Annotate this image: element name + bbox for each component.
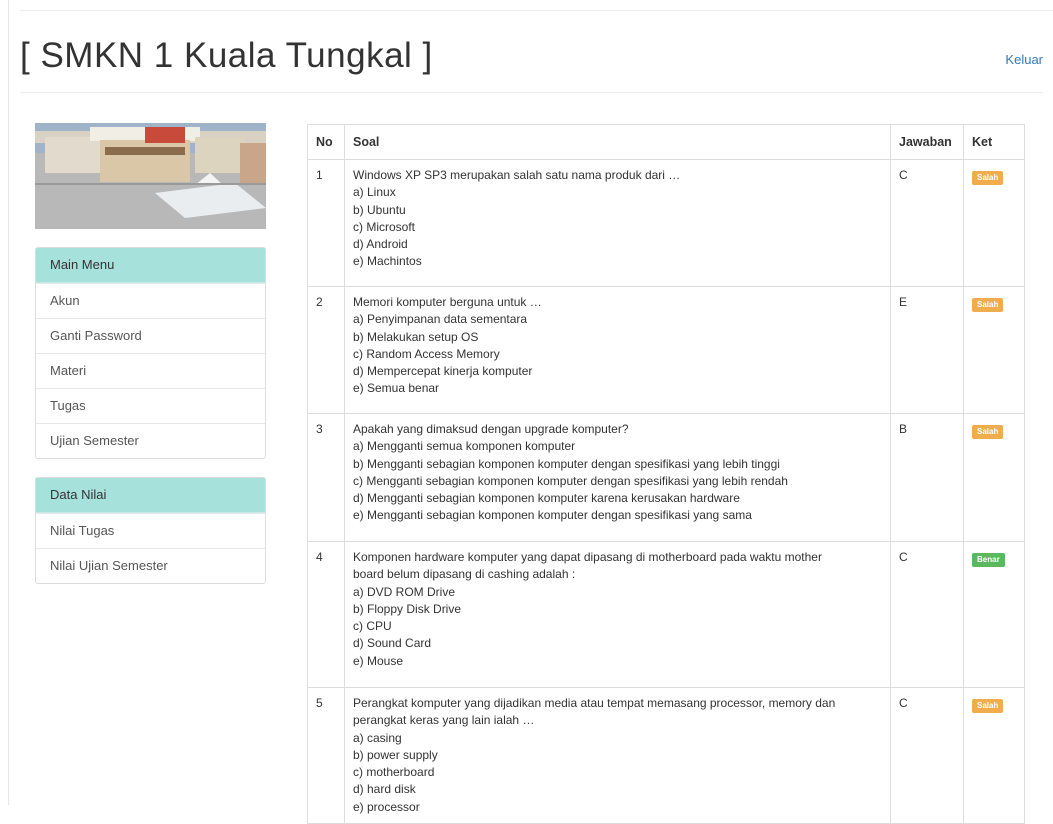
question-number: 5: [307, 686, 345, 824]
sidebar-item-materi[interactable]: Materi: [36, 353, 265, 388]
main-menu-heading: Main Menu: [36, 248, 265, 283]
student-answer: C: [890, 159, 964, 287]
result-badge: Salah: [972, 699, 1004, 713]
exam-results-table: No Soal Jawaban Ket 1 Windows XP SP3 mer…: [307, 124, 1025, 824]
table-row: 3 Apakah yang dimaksud dengan upgrade ko…: [307, 413, 1025, 542]
sidebar-item-ujian-semester[interactable]: Ujian Semester: [36, 423, 265, 458]
table-row: 1 Windows XP SP3 merupakan salah satu na…: [307, 159, 1025, 287]
table-header-row: No Soal Jawaban Ket: [307, 124, 1025, 160]
table-row: 2 Memori komputer berguna untuk … a) Pen…: [307, 286, 1025, 414]
column-header-no: No: [307, 124, 345, 160]
question-text: Perangkat komputer yang dijadikan media …: [344, 686, 891, 824]
result-badge: Salah: [972, 298, 1004, 312]
sidebar-item-akun[interactable]: Akun: [36, 283, 265, 318]
question-text: Apakah yang dimaksud dengan upgrade komp…: [344, 413, 891, 542]
site-title: [ SMKN 1 Kuala Tungkal ]: [20, 36, 433, 75]
question-text: Windows XP SP3 merupakan salah satu nama…: [344, 159, 891, 287]
result-badge: Salah: [972, 425, 1004, 439]
main-menu-panel: Main Menu Akun Ganti Password Materi Tug…: [35, 247, 266, 459]
column-header-jawaban: Jawaban: [890, 124, 964, 160]
student-answer: C: [890, 686, 964, 824]
logout-link[interactable]: Keluar: [1005, 52, 1043, 67]
student-answer: C: [890, 541, 964, 688]
student-answer: B: [890, 413, 964, 542]
column-header-ket: Ket: [963, 124, 1025, 160]
data-nilai-panel: Data Nilai Nilai Tugas Nilai Ujian Semes…: [35, 477, 266, 584]
question-text: Komponen hardware komputer yang dapat di…: [344, 541, 891, 688]
column-header-soal: Soal: [344, 124, 891, 160]
sidebar-item-nilai-tugas[interactable]: Nilai Tugas: [36, 513, 265, 548]
result-badge: Benar: [972, 553, 1005, 567]
table-row: 5 Perangkat komputer yang dijadikan medi…: [307, 686, 1025, 824]
question-number: 1: [307, 159, 345, 287]
sidebar-item-nilai-ujian-semester[interactable]: Nilai Ujian Semester: [36, 548, 265, 583]
school-banner-image: [35, 123, 266, 229]
page-header: [ SMKN 1 Kuala Tungkal ] Keluar: [20, 36, 1043, 93]
table-row: 4 Komponen hardware komputer yang dapat …: [307, 541, 1025, 688]
sidebar-item-ganti-password[interactable]: Ganti Password: [36, 318, 265, 353]
question-text: Memori komputer berguna untuk … a) Penyi…: [344, 286, 891, 414]
question-number: 3: [307, 413, 345, 542]
left-border: [8, 0, 9, 805]
top-divider: [20, 10, 1053, 11]
sidebar-item-tugas[interactable]: Tugas: [36, 388, 265, 423]
data-nilai-heading: Data Nilai: [36, 478, 265, 513]
question-number: 2: [307, 286, 345, 414]
result-badge: Salah: [972, 171, 1004, 185]
student-answer: E: [890, 286, 964, 414]
question-number: 4: [307, 541, 345, 688]
